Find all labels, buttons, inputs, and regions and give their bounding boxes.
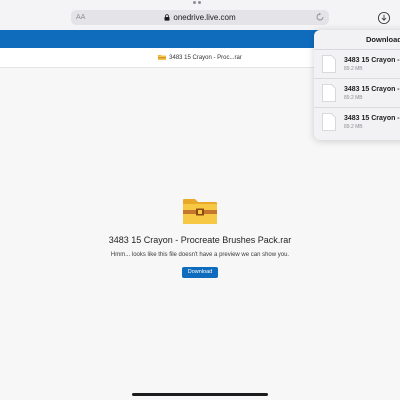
lock-icon (164, 14, 170, 21)
url-display[interactable]: onedrive.live.com (71, 12, 329, 23)
url-text: onedrive.live.com (173, 13, 236, 22)
downloads-icon[interactable] (377, 11, 391, 25)
preview-panel: 3483 15 Crayon - Procreate Brushes Pack.… (0, 196, 400, 278)
document-icon (322, 55, 336, 73)
document-icon (322, 84, 336, 102)
downloads-popover: Download 3483 15 Crayon - 89.2 MB 3483 1… (314, 30, 400, 140)
multitasking-dots-icon[interactable] (193, 1, 207, 22)
download-button[interactable]: Download (182, 267, 218, 278)
browser-toolbar: AA onedrive.live.com (0, 0, 400, 30)
document-icon (322, 113, 336, 131)
home-indicator[interactable] (132, 393, 268, 396)
reload-icon[interactable] (315, 12, 325, 22)
address-bar[interactable]: AA onedrive.live.com (71, 10, 329, 25)
download-item[interactable]: 3483 15 Crayon - 89.2 MB (314, 79, 400, 108)
download-item-size: 89.2 MB (344, 66, 363, 72)
download-item-size: 89.2 MB (344, 95, 363, 101)
folder-icon (158, 55, 167, 60)
download-item-size: 89.2 MB (344, 124, 363, 130)
download-item[interactable]: 3483 15 Crayon - 89.2 MB (314, 50, 400, 79)
no-preview-message: Hmm... looks like this file doesn't have… (110, 252, 290, 258)
folder-icon (183, 199, 217, 224)
download-item-name: 3483 15 Crayon - (344, 115, 400, 122)
screen: AA onedrive.live.com 3483 15 Crayon - Pr… (0, 0, 400, 400)
downloads-title: Download (314, 30, 400, 50)
download-item-name: 3483 15 Crayon - (344, 86, 400, 93)
download-item[interactable]: 3483 15 Crayon - 89.2 MB (314, 108, 400, 137)
download-item-name: 3483 15 Crayon - (344, 57, 400, 64)
file-name-heading: 3483 15 Crayon - Procreate Brushes Pack.… (108, 235, 292, 245)
file-title: 3483 15 Crayon - Proc...rar (169, 55, 242, 61)
